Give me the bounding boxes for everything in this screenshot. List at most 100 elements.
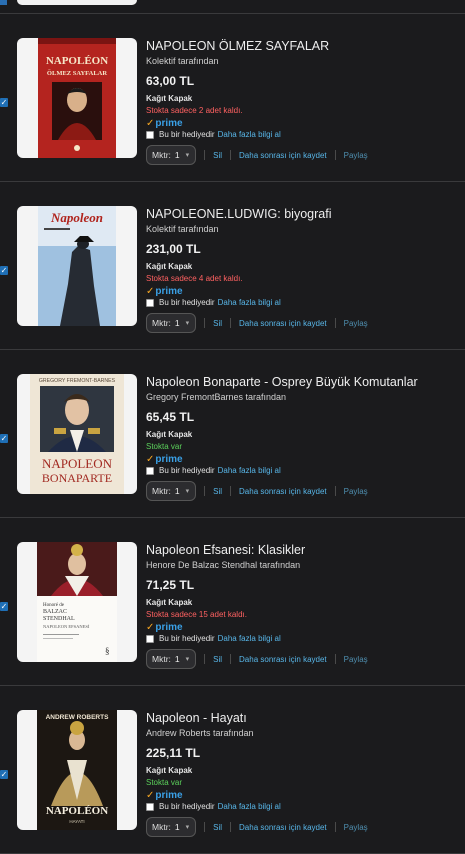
cover-line-4: NAPOLEON EFSANESİ <box>43 624 90 629</box>
previous-item-image <box>17 0 137 5</box>
product-title[interactable]: Napoleon - Hayatı <box>146 710 459 726</box>
divider <box>334 150 336 160</box>
save-for-later-link[interactable]: Daha sonrası için kaydet <box>239 823 327 832</box>
prime-check-icon: ✓ <box>146 454 155 465</box>
product-title[interactable]: NAPOLEONE.LUDWIG: biyografi <box>146 206 459 222</box>
product-image[interactable]: Napoleon <box>17 206 137 326</box>
chevron-down-icon: ▾ <box>185 824 190 831</box>
chevron-down-icon: ▾ <box>185 488 190 495</box>
prime-badge: ✓ prime <box>146 790 459 801</box>
chevron-down-icon: ▾ <box>185 152 190 159</box>
cover-title-2: BONAPARTE <box>42 471 112 485</box>
gift-more-info-link[interactable]: Daha fazla bilgi al <box>218 298 281 307</box>
quantity-select[interactable]: Mktr: 1 ▾ <box>146 313 197 333</box>
delete-link[interactable]: Sil <box>213 487 222 496</box>
cart-item: ✓ Napoleon NAPOLEONE.LUDWIG: biyografi K… <box>0 182 465 350</box>
chevron-down-icon: ▾ <box>185 656 190 663</box>
delete-link[interactable]: Sil <box>213 319 222 328</box>
product-format: Kağıt Kapak <box>146 430 193 439</box>
quantity-select[interactable]: Mktr: 1 ▾ <box>146 817 197 837</box>
item-actions: Mktr: 1 ▾ Sil Daha sonrası için kaydet P… <box>146 481 459 501</box>
divider <box>204 150 206 160</box>
share-link[interactable]: Paylaş <box>344 487 368 496</box>
select-item-checkbox[interactable]: ✓ <box>0 434 8 443</box>
prime-badge: ✓ prime <box>146 286 459 297</box>
item-actions: Mktr: 1 ▾ Sil Daha sonrası için kaydet P… <box>146 313 459 333</box>
gift-checkbox[interactable] <box>146 298 154 307</box>
divider <box>334 822 336 832</box>
product-author: Henore De Balzac Stendhal tarafından <box>146 560 301 570</box>
cover-line-2: BALZAC <box>43 609 67 615</box>
product-format: Kağıt Kapak <box>146 262 193 271</box>
share-link[interactable]: Paylaş <box>344 823 368 832</box>
prime-label: prime <box>155 286 183 297</box>
cover-author: GREGORY FREMONT-BARNES <box>39 378 116 384</box>
divider <box>230 822 232 832</box>
save-for-later-link[interactable]: Daha sonrası için kaydet <box>239 319 327 328</box>
cart-item: ✓ Honoré de BALZAC STENDHAL NAPOLEON EFS… <box>0 518 465 686</box>
previous-item-checkbox[interactable] <box>0 0 7 5</box>
share-link[interactable]: Paylaş <box>344 655 368 664</box>
quantity-select[interactable]: Mktr: 1 ▾ <box>146 145 197 165</box>
product-format: Kağıt Kapak <box>146 766 193 775</box>
delete-link[interactable]: Sil <box>213 655 222 664</box>
cart-item: ✓ ANDREW ROBERTS NAPOLÉON HAYATI Napoleo… <box>0 686 465 854</box>
prime-label: prime <box>155 454 183 465</box>
quantity-label: Mktr: <box>152 318 171 328</box>
stock-status: Stokta var <box>146 778 183 787</box>
cart-item-list: ✓ NAPOLÉON ÖLMEZ SAYFALAR NAPOLEON ÖLMEZ… <box>0 14 465 854</box>
product-image[interactable]: GREGORY FREMONT-BARNES NAPOLEON BONAPART… <box>17 374 137 494</box>
gift-more-info-link[interactable]: Daha fazla bilgi al <box>218 802 281 811</box>
select-item-checkbox[interactable]: ✓ <box>0 266 8 275</box>
gift-checkbox[interactable] <box>146 634 154 643</box>
quantity-select[interactable]: Mktr: 1 ▾ <box>146 649 197 669</box>
delete-link[interactable]: Sil <box>213 151 222 160</box>
prime-label: prime <box>155 622 183 633</box>
share-link[interactable]: Paylaş <box>344 151 368 160</box>
gift-checkbox[interactable] <box>146 802 154 811</box>
prime-check-icon: ✓ <box>146 118 155 129</box>
item-actions: Mktr: 1 ▾ Sil Daha sonrası için kaydet P… <box>146 145 459 165</box>
product-author: Kolektif tarafından <box>146 224 219 234</box>
product-price: 65,45 TL <box>146 410 195 424</box>
gift-more-info-link[interactable]: Daha fazla bilgi al <box>218 634 281 643</box>
divider <box>204 318 206 328</box>
gift-checkbox[interactable] <box>146 130 154 139</box>
product-title[interactable]: Napoleon Efsanesi: Klasikler <box>146 542 459 558</box>
quantity-select[interactable]: Mktr: 1 ▾ <box>146 481 197 501</box>
select-item-checkbox[interactable]: ✓ <box>0 770 8 779</box>
divider <box>230 150 232 160</box>
save-for-later-link[interactable]: Daha sonrası için kaydet <box>239 487 327 496</box>
product-author: Gregory FremontBarnes tarafından <box>146 392 287 402</box>
gift-more-info-link[interactable]: Daha fazla bilgi al <box>218 466 281 475</box>
product-title[interactable]: NAPOLEON ÖLMEZ SAYFALAR <box>146 38 459 54</box>
delete-link[interactable]: Sil <box>213 823 222 832</box>
quantity-value: 1 <box>174 318 180 328</box>
chevron-down-icon: ▾ <box>185 320 190 327</box>
prime-badge: ✓ prime <box>146 454 459 465</box>
divider <box>334 486 336 496</box>
product-image[interactable]: Honoré de BALZAC STENDHAL NAPOLEON EFSAN… <box>17 542 137 662</box>
quantity-label: Mktr: <box>152 150 171 160</box>
save-for-later-link[interactable]: Daha sonrası için kaydet <box>239 655 327 664</box>
product-image[interactable]: NAPOLÉON ÖLMEZ SAYFALAR <box>17 38 137 158</box>
gift-label: Bu bir hediyedir <box>159 298 215 307</box>
divider <box>230 486 232 496</box>
save-for-later-link[interactable]: Daha sonrası için kaydet <box>239 151 327 160</box>
divider <box>204 822 206 832</box>
product-image[interactable]: ANDREW ROBERTS NAPOLÉON HAYATI <box>17 710 137 830</box>
quantity-label: Mktr: <box>152 486 171 496</box>
gift-checkbox[interactable] <box>146 466 154 475</box>
cover-title-1: NAPOLÉON <box>46 55 108 67</box>
product-title[interactable]: Napoleon Bonaparte - Osprey Büyük Komuta… <box>146 374 459 390</box>
cover-title: Napoleon <box>50 210 103 225</box>
share-link[interactable]: Paylaş <box>344 319 368 328</box>
quantity-label: Mktr: <box>152 654 171 664</box>
divider <box>334 654 336 664</box>
select-item-checkbox[interactable]: ✓ <box>0 602 8 611</box>
stock-status: Stokta sadece 4 adet kaldı. <box>146 274 243 283</box>
cover-line-1: Honoré de <box>43 603 65 608</box>
gift-more-info-link[interactable]: Daha fazla bilgi al <box>218 130 281 139</box>
select-item-checkbox[interactable]: ✓ <box>0 98 8 107</box>
item-actions: Mktr: 1 ▾ Sil Daha sonrası için kaydet P… <box>146 817 459 837</box>
